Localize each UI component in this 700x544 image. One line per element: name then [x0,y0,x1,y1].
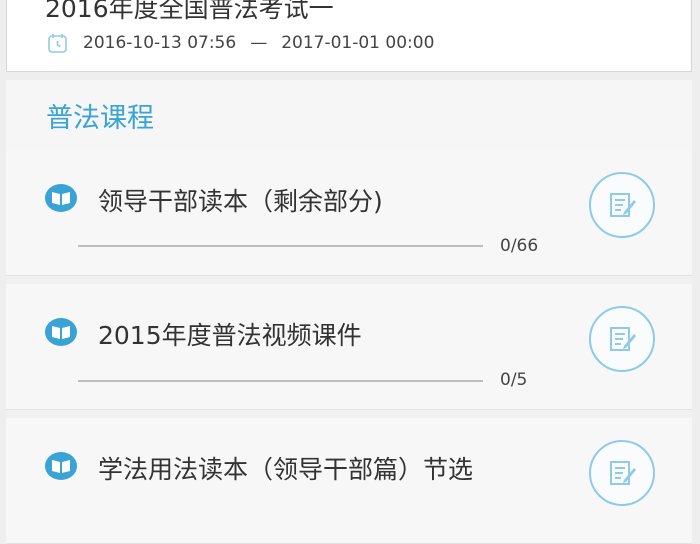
section-header: 普法课程 [6,80,692,150]
exam-title: 2016年度全国普法考试一 [45,0,334,23]
exam-end-time: 2017-01-01 00:00 [281,33,435,53]
edit-note-icon [610,327,636,351]
edit-note-button[interactable] [589,172,655,238]
exam-start-time: 2016-10-13 07:56 [83,33,237,53]
edit-note-button[interactable] [589,306,655,372]
book-icon [44,317,78,347]
course-name: 2015年度普法视频课件 [98,321,362,350]
exam-time-range: 2016-10-13 07:56 — 2017-01-01 00:00 [47,32,434,54]
time-separator: — [250,33,268,53]
course-name: 学法用法读本（领导干部篇）节选 [98,455,474,484]
progress-count: 0/5 [500,370,528,390]
edit-note-button[interactable] [589,440,655,506]
progress-bar [78,245,483,247]
course-name: 领导干部读本（剩余部分) [98,187,383,216]
edit-note-icon [610,461,636,485]
progress-bar [78,380,483,382]
course-section: 普法课程 领导干部读本（剩余部分) 0/66 2015年度普法视频课件 0/5 … [6,80,692,544]
edit-note-icon [610,193,636,217]
course-item[interactable]: 学法用法读本（领导干部篇）节选 [6,418,692,544]
section-title: 普法课程 [46,103,154,134]
progress-count: 0/66 [500,236,539,256]
exam-card[interactable]: 2016年度全国普法考试一 2016-10-13 07:56 — 2017-01… [6,0,692,72]
course-item[interactable]: 2015年度普法视频课件 0/5 [6,284,692,410]
course-item[interactable]: 领导干部读本（剩余部分) 0/66 [6,150,692,276]
book-icon [44,183,78,213]
book-icon [44,451,78,481]
clock-icon [47,32,69,54]
